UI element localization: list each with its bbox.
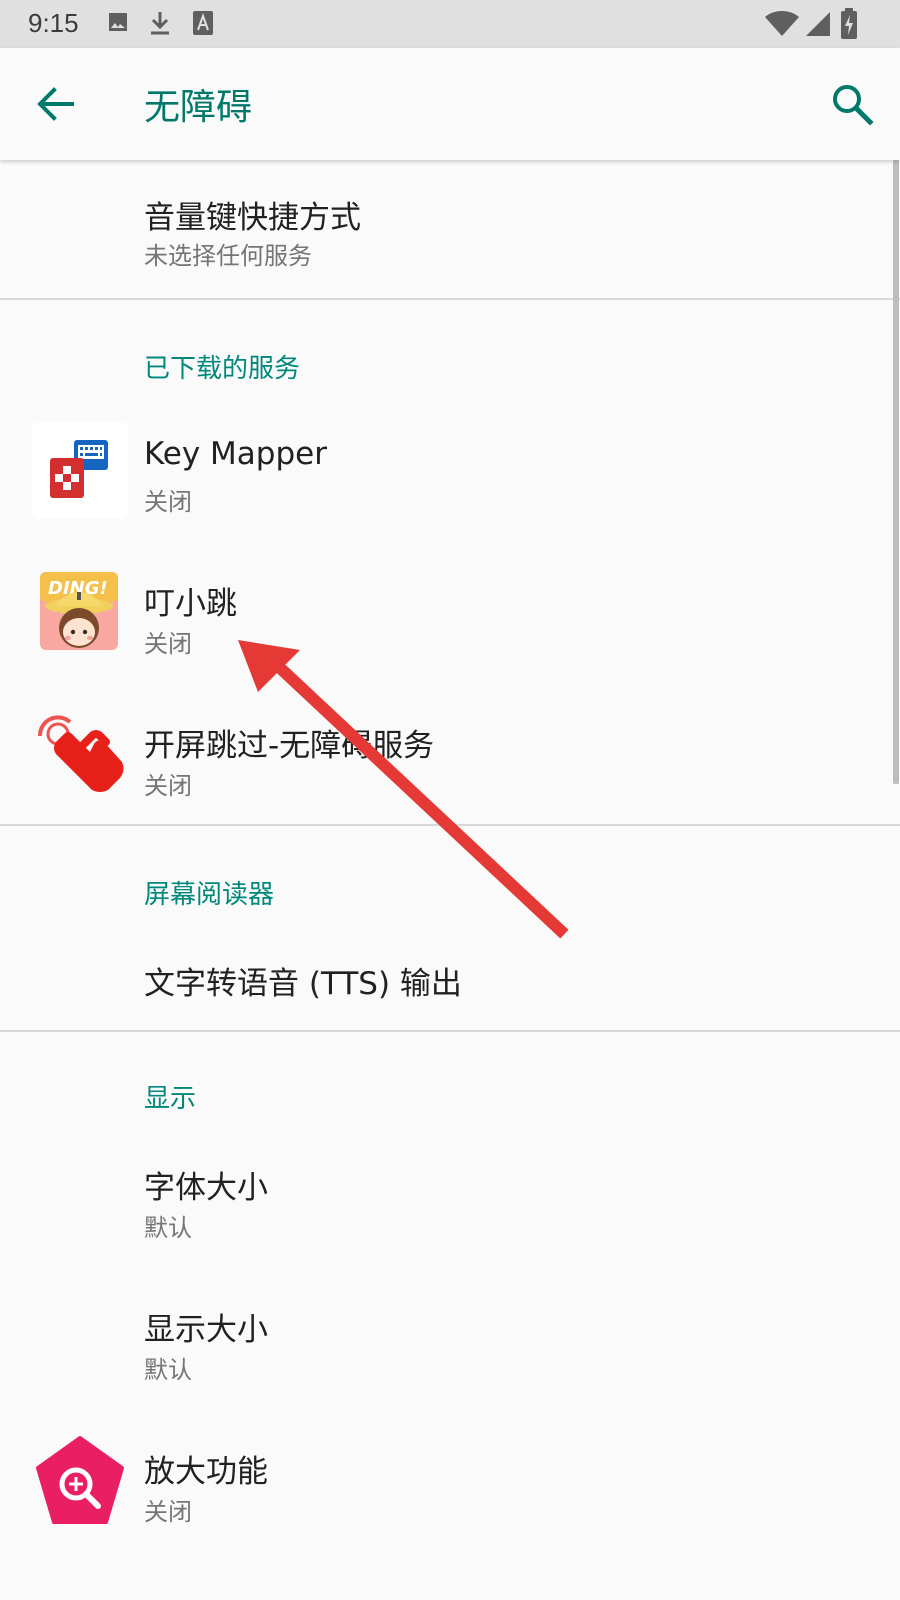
- arrow-back-icon[interactable]: [30, 78, 82, 130]
- list-item-skip-ad[interactable]: 开屏跳过-无障碍服务 关闭: [0, 692, 900, 832]
- divider: [0, 1030, 900, 1032]
- font-icon: [193, 11, 213, 35]
- search-icon[interactable]: [826, 78, 878, 130]
- key-mapper-icon: [32, 422, 128, 518]
- item-title: 开屏跳过-无障碍服务: [144, 728, 435, 764]
- settings-list: 音量键快捷方式 未选择任何服务 已下载的服务 Key Mapper 关闭 DIN…: [0, 160, 900, 1600]
- scrollbar[interactable]: [893, 160, 899, 784]
- item-title: 放大功能: [144, 1454, 268, 1490]
- status-bar: 9:15: [0, 0, 900, 48]
- ding-app-icon: DING!: [40, 572, 118, 650]
- status-time: 9:15: [28, 8, 79, 38]
- item-title: 显示大小: [144, 1312, 268, 1348]
- item-title: Key Mapper: [144, 436, 327, 472]
- item-subtitle: 默认: [144, 1214, 192, 1242]
- divider: [0, 298, 900, 300]
- list-item-ding[interactable]: DING! 叮小跳 关闭: [0, 550, 900, 690]
- list-item-font-size[interactable]: 字体大小 默认: [0, 1134, 900, 1274]
- list-item-magnification[interactable]: 放大功能 关闭: [0, 1418, 900, 1558]
- item-subtitle: 关闭: [144, 488, 192, 516]
- battery-charging-icon: [841, 8, 857, 39]
- tap-hand-icon: [37, 715, 124, 792]
- list-item-display-size[interactable]: 显示大小 默认: [0, 1276, 900, 1416]
- item-subtitle: 默认: [144, 1356, 192, 1384]
- item-title: 文字转语音 (TTS) 输出: [144, 966, 462, 1002]
- item-subtitle: 关闭: [144, 772, 192, 800]
- section-header-screen-reader: 屏幕阅读器: [144, 880, 275, 910]
- app-bar: 无障碍: [0, 48, 900, 160]
- item-title: 叮小跳: [144, 586, 237, 622]
- section-header-downloaded: 已下载的服务: [144, 354, 301, 384]
- list-item-volume-shortcut[interactable]: 音量键快捷方式 未选择任何服务: [0, 160, 900, 300]
- page-title: 无障碍: [144, 87, 253, 128]
- item-subtitle: 关闭: [144, 1498, 192, 1526]
- signal-icon: [806, 12, 830, 36]
- download-icon: [151, 12, 169, 35]
- magnification-icon: [36, 1436, 124, 1524]
- item-subtitle: 未选择任何服务: [144, 242, 312, 270]
- divider: [0, 824, 900, 826]
- item-subtitle: 关闭: [144, 630, 192, 658]
- section-header-display: 显示: [144, 1084, 197, 1114]
- wifi-icon: [765, 11, 799, 36]
- item-title: 字体大小: [144, 1170, 268, 1206]
- item-title: 音量键快捷方式: [144, 200, 361, 236]
- image-icon: [109, 13, 127, 31]
- list-item-tts[interactable]: 文字转语音 (TTS) 输出: [0, 930, 900, 1030]
- list-item-key-mapper[interactable]: Key Mapper 关闭: [0, 408, 900, 548]
